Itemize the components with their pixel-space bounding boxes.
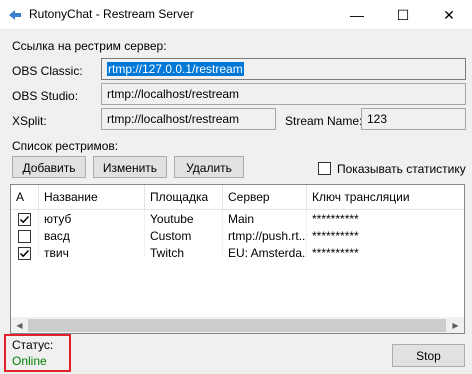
checkmark-icon <box>19 249 30 258</box>
xsplit-field[interactable]: rtmp://localhost/restream <box>101 108 276 130</box>
show-stats-checkbox[interactable] <box>318 162 331 175</box>
row-stream-key: ********** <box>312 246 359 260</box>
status-label: Статус: <box>12 338 54 352</box>
xsplit-label: XSplit: <box>12 114 47 128</box>
stream-name-label: Stream Name: <box>285 114 363 128</box>
row-stream-key: ********** <box>312 212 359 226</box>
row-stream-key: ********** <box>312 229 359 243</box>
rutony-app-icon <box>9 10 21 20</box>
row-active-checkbox[interactable] <box>18 213 31 226</box>
row-name: твич <box>44 246 69 260</box>
list-header: А Название Площадка Сервер Ключ трансляц… <box>11 185 464 210</box>
row-platform: Twitch <box>150 246 185 260</box>
restream-link-label: Ссылка на рестрим сервер: <box>12 39 167 53</box>
restream-list[interactable]: А Название Площадка Сервер Ключ трансляц… <box>10 184 465 334</box>
obs-classic-field[interactable]: rtmp://127.0.0.1/restream <box>101 58 466 80</box>
restream-list-label: Список рестримов: <box>12 139 119 153</box>
table-row[interactable]: ютуб Youtube Main ********** <box>11 211 464 228</box>
column-header-platform[interactable]: Площадка <box>145 185 223 209</box>
table-row[interactable]: васд Custom rtmp://push.rt... ********** <box>11 228 464 245</box>
column-header-stream-key[interactable]: Ключ трансляции <box>307 185 464 209</box>
window-title: RutonyChat - Restream Server <box>29 7 194 21</box>
horizontal-scrollbar[interactable]: ◀ ▶ <box>11 317 464 333</box>
scrollbar-thumb[interactable] <box>28 319 446 332</box>
minimize-button[interactable]: — <box>334 0 380 30</box>
show-stats-label: Показывать статистику <box>337 162 466 176</box>
delete-button[interactable]: Удалить <box>174 156 244 178</box>
row-active-checkbox[interactable] <box>18 230 31 243</box>
scroll-left-icon[interactable]: ◀ <box>11 317 28 333</box>
row-server: rtmp://push.rt... <box>228 229 306 243</box>
row-platform: Custom <box>150 229 192 243</box>
column-header-server[interactable]: Сервер <box>223 185 307 209</box>
column-header-active[interactable]: А <box>11 185 39 209</box>
row-server: EU: Amsterda... <box>228 246 306 260</box>
row-name: васд <box>44 229 70 243</box>
scroll-right-icon[interactable]: ▶ <box>447 317 464 333</box>
edit-button[interactable]: Изменить <box>93 156 167 178</box>
row-active-checkbox[interactable] <box>18 247 31 260</box>
add-button[interactable]: Добавить <box>12 156 86 178</box>
stop-button[interactable]: Stop <box>392 344 465 367</box>
table-row[interactable]: твич Twitch EU: Amsterda... ********** <box>11 245 464 262</box>
row-server: Main <box>228 212 255 226</box>
stream-name-field[interactable]: 123 <box>361 108 466 130</box>
column-header-name[interactable]: Название <box>39 185 145 209</box>
status-value: Online <box>12 354 47 368</box>
obs-studio-field[interactable]: rtmp://localhost/restream <box>101 83 466 105</box>
close-button[interactable]: ✕ <box>426 0 472 30</box>
obs-studio-label: OBS Studio: <box>12 89 79 103</box>
obs-classic-label: OBS Classic: <box>12 64 83 78</box>
checkmark-icon <box>19 215 30 224</box>
obs-classic-value: rtmp://127.0.0.1/restream <box>107 62 244 76</box>
row-platform: Youtube <box>150 212 194 226</box>
title-bar: RutonyChat - Restream Server — ☐ ✕ <box>0 0 472 30</box>
maximize-button[interactable]: ☐ <box>380 0 426 30</box>
row-name: ютуб <box>44 212 72 226</box>
